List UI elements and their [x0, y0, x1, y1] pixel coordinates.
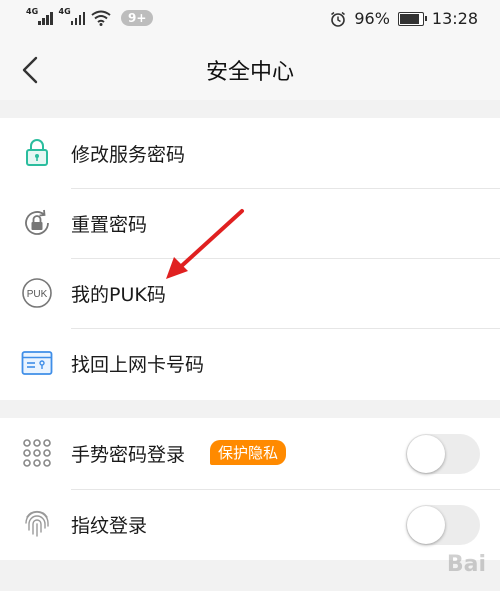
page-title: 安全中心	[205, 60, 294, 85]
fingerprint-icon	[20, 508, 54, 540]
battery-icon	[397, 11, 427, 26]
retrieve-data-card-number-item[interactable]: 找回上网卡号码	[0, 328, 500, 398]
nav-bar: 安全中心	[0, 40, 500, 100]
fingerprint-login-toggle[interactable]	[406, 505, 480, 545]
item-label: 指纹登录	[71, 515, 148, 537]
signal-icon: 4G	[26, 7, 53, 25]
wifi-icon	[91, 10, 111, 26]
puk-icon: PUK	[20, 277, 54, 309]
fingerprint-login-item: 指纹登录	[0, 489, 500, 559]
item-label: 找回上网卡号码	[71, 354, 205, 376]
clock-time: 13:28	[431, 9, 478, 28]
change-service-password-item[interactable]: 修改服务密码	[0, 118, 500, 188]
gesture-password-login-item: 手势密码登录 保护隐私	[0, 418, 500, 488]
item-label: 手势密码登录	[71, 444, 186, 466]
lock-icon	[20, 137, 54, 169]
my-puk-code-item[interactable]: PUK 我的PUK码	[0, 258, 500, 328]
notification-count-badge: 9+	[121, 10, 154, 26]
privacy-tag-badge: 保护隐私	[210, 440, 287, 465]
toggle-knob	[407, 435, 445, 473]
signal-icon-2: 4G	[59, 7, 85, 25]
reset-password-item[interactable]: 重置密码	[0, 188, 500, 258]
svg-text:PUK: PUK	[27, 289, 48, 300]
security-options-list: 修改服务密码 重置密码 PUK 我的PUK码 找回上网卡号码	[0, 118, 500, 400]
status-bar: 4G 4G 9+ 96% 13:28	[0, 0, 500, 40]
toggle-knob	[407, 506, 445, 544]
sim-card-icon	[20, 347, 54, 379]
alarm-icon	[331, 11, 346, 27]
reset-lock-icon	[20, 207, 54, 239]
login-options-list: 手势密码登录 保护隐私 指纹登录	[0, 418, 500, 560]
item-label: 修改服务密码	[71, 144, 186, 166]
item-label: 我的PUK码	[71, 284, 166, 306]
gesture-dots-icon	[20, 437, 54, 469]
item-label: 重置密码	[71, 214, 148, 236]
gesture-login-toggle[interactable]	[406, 434, 480, 474]
watermark-logo: Bai	[446, 552, 486, 577]
battery-percent: 96%	[354, 9, 390, 28]
